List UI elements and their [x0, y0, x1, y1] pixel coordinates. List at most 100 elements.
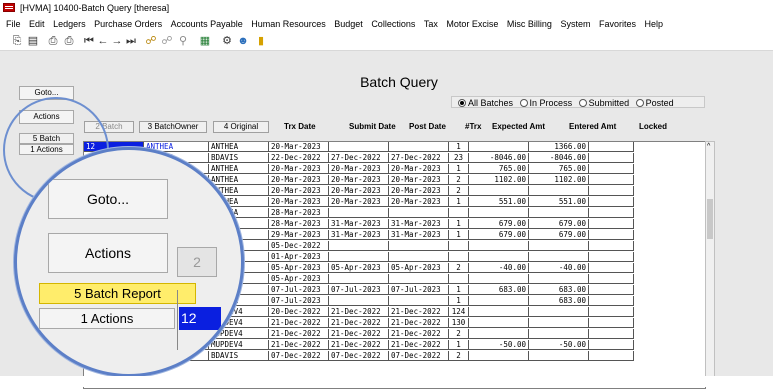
- cell-post: 21-Dec-2022: [389, 307, 449, 317]
- menu-system[interactable]: System: [560, 16, 590, 32]
- menu-help[interactable]: Help: [645, 16, 664, 32]
- cell-ent: 1366.00: [529, 142, 589, 152]
- vertical-scrollbar[interactable]: ^: [705, 141, 715, 387]
- cell-trx: 05-Apr-2023: [269, 274, 329, 284]
- cell-submit: 07-Jul-2023: [329, 285, 389, 295]
- cell-exp: [469, 274, 529, 284]
- excel-icon[interactable]: ▦: [198, 34, 212, 48]
- menu-favorites[interactable]: Favorites: [599, 16, 636, 32]
- next-icon[interactable]: →: [110, 34, 124, 48]
- first-icon[interactable]: ⏮: [82, 34, 96, 48]
- binoculars-icon[interactable]: ☍: [144, 34, 158, 48]
- radio-all-batches[interactable]: [458, 99, 466, 107]
- cell-exp: 1102.00: [469, 175, 529, 185]
- cell-submit: 31-Mar-2023: [329, 230, 389, 240]
- users-icon[interactable]: ☻: [236, 34, 250, 48]
- cell-locked: [589, 263, 634, 273]
- menu-human-resources[interactable]: Human Resources: [251, 16, 326, 32]
- cell-locked: [589, 285, 634, 295]
- chart-icon[interactable]: ▮: [254, 34, 268, 48]
- cell-ent: [529, 329, 589, 339]
- col-num-trx: #Trx: [465, 122, 482, 131]
- cell-locked: [589, 274, 634, 284]
- cell-n: [449, 252, 469, 262]
- cell-locked: [589, 329, 634, 339]
- cell-post: [389, 296, 449, 306]
- radio-posted[interactable]: [635, 99, 644, 107]
- menu-budget[interactable]: Budget: [334, 16, 363, 32]
- cell-exp: [469, 307, 529, 317]
- menu-ledgers[interactable]: Ledgers: [53, 16, 86, 32]
- sort-owner-button[interactable]: 3 BatchOwner: [139, 121, 207, 133]
- copy-icon[interactable]: ⎘: [10, 34, 24, 48]
- menu-file[interactable]: File: [6, 16, 21, 32]
- menu-edit[interactable]: Edit: [29, 16, 45, 32]
- cell-submit: 21-Dec-2022: [329, 307, 389, 317]
- cell-exp: 765.00: [469, 164, 529, 174]
- radio-in-process[interactable]: [519, 99, 528, 107]
- cell-post: 21-Dec-2022: [389, 318, 449, 328]
- cell-exp: [469, 252, 529, 262]
- cell-post: 21-Dec-2022: [389, 329, 449, 339]
- cell-post: [389, 241, 449, 251]
- cell-trx: 21-Dec-2022: [269, 329, 329, 339]
- settings-icon[interactable]: ⚙: [220, 34, 234, 48]
- cell-ent: [529, 208, 589, 218]
- cell-submit: [329, 241, 389, 251]
- menu-collections[interactable]: Collections: [371, 16, 415, 32]
- cell-post: 20-Mar-2023: [389, 164, 449, 174]
- cell-post: [389, 252, 449, 262]
- binoculars-alt-icon[interactable]: ☍: [160, 34, 174, 48]
- cell-exp: [469, 351, 529, 361]
- cell-locked: [589, 307, 634, 317]
- cell-locked: [589, 197, 634, 207]
- paste-icon[interactable]: ▤: [26, 34, 40, 48]
- last-icon[interactable]: ⏭: [124, 34, 138, 48]
- cell-locked: [589, 153, 634, 163]
- print-icon[interactable]: ⎙: [46, 34, 60, 48]
- menu-accounts-payable[interactable]: Accounts Payable: [171, 16, 243, 32]
- cell-ent: [529, 307, 589, 317]
- sort-original-button[interactable]: 4 Original: [213, 121, 269, 133]
- zoom-actions-1-label: 1 Actions: [80, 311, 134, 326]
- batch-filter-group: All Batches In Process Submitted Posted: [451, 96, 705, 108]
- cell-exp: [469, 142, 529, 152]
- cell-ent: 683.00: [529, 285, 589, 295]
- cell-ent: -8046.00: [529, 153, 589, 163]
- prev-icon[interactable]: ←: [96, 34, 110, 48]
- cell-ent: 679.00: [529, 219, 589, 229]
- scroll-up-icon[interactable]: ^: [707, 143, 710, 150]
- col-trx-date: Trx Date: [284, 122, 316, 131]
- cell-locked: [589, 318, 634, 328]
- menu-tax[interactable]: Tax: [424, 16, 438, 32]
- cell-n: 23: [449, 153, 469, 163]
- search-icon[interactable]: ⚲: [176, 34, 190, 48]
- print-setup-icon[interactable]: ⎙: [62, 34, 76, 48]
- menu-motor-excise[interactable]: Motor Excise: [446, 16, 498, 32]
- cell-submit: [329, 208, 389, 218]
- col-entered-amt: Entered Amt: [569, 122, 617, 131]
- torn-edge: [0, 376, 773, 387]
- cell-ent: 551.00: [529, 197, 589, 207]
- cell-ent: [529, 186, 589, 196]
- cell-exp: [469, 241, 529, 251]
- cell-post: 20-Mar-2023: [389, 197, 449, 207]
- cell-locked: [589, 230, 634, 240]
- scroll-thumb[interactable]: [707, 199, 713, 239]
- zoom-actions-label: Actions: [85, 245, 131, 261]
- cell-trx: 20-Dec-2022: [269, 307, 329, 317]
- radio-submitted[interactable]: [578, 99, 587, 107]
- menu-purchase-orders[interactable]: Purchase Orders: [94, 16, 162, 32]
- cell-n: 2: [449, 351, 469, 361]
- cell-locked: [589, 175, 634, 185]
- cell-locked: [589, 142, 634, 152]
- cell-submit: 20-Mar-2023: [329, 186, 389, 196]
- menu-misc-billing[interactable]: Misc Billing: [507, 16, 552, 32]
- cell-n: [449, 208, 469, 218]
- cell-n: 1: [449, 164, 469, 174]
- zoom-partial-batch-button: 2: [177, 247, 217, 277]
- zoom-goto-button: Goto...: [48, 179, 168, 219]
- cell-post: [389, 208, 449, 218]
- cell-orig: BDAVIS: [209, 351, 269, 361]
- table-row[interactable]: 12 ANTHEA ANTHEA 20-Mar-2023 1 1366.00: [84, 142, 705, 153]
